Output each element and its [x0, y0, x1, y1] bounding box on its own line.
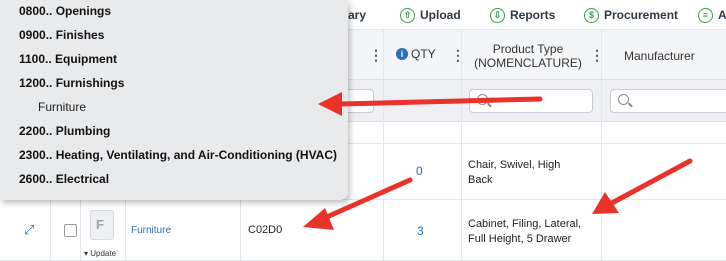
- product-type-header-label: Product Type: [492, 42, 564, 56]
- product-type-line2: Back: [468, 174, 493, 186]
- thumbnail-letter: F: [96, 217, 104, 232]
- search-icon: [477, 94, 488, 105]
- table-row[interactable]: ⤢ F ▾ Update Furniture C02D0 3 Cabinet, …: [0, 200, 726, 261]
- manufacturer-filter-input[interactable]: [610, 89, 726, 113]
- more-button[interactable]: ≡ A: [698, 6, 726, 24]
- search-icon: [618, 94, 629, 105]
- menu-item-plumbing[interactable]: 2200.. Plumbing: [19, 124, 110, 138]
- product-type-cell: Cabinet, Filing, Lateral, Full Height, 5…: [468, 217, 581, 247]
- reports-label: Reports: [510, 8, 556, 22]
- procurement-button[interactable]: $ Procurement: [584, 6, 678, 24]
- row-checkbox[interactable]: [64, 224, 77, 237]
- product-type-line1: Cabinet, Filing, Lateral,: [468, 218, 582, 230]
- cloud-upload-icon: ⇧: [400, 7, 415, 23]
- code-value: C02D0: [248, 224, 283, 236]
- qty-value[interactable]: 3: [417, 224, 424, 238]
- category-link[interactable]: Furniture: [131, 225, 171, 236]
- category-dropdown-menu: 0800.. Openings 0900.. Finishes 1100.. E…: [0, 0, 348, 200]
- menu-item-openings[interactable]: 0800.. Openings: [19, 4, 111, 18]
- nomenclature-header-label: (NOMENCLATURE): [474, 56, 582, 70]
- column-divider: [383, 30, 384, 261]
- menu-item-equipment[interactable]: 1100.. Equipment: [19, 52, 117, 66]
- procurement-label: Procurement: [604, 8, 679, 22]
- column-menu-icon[interactable]: ⋮: [369, 48, 383, 62]
- product-type-line1: Chair, Swivel, High: [468, 159, 561, 171]
- more-label: A: [718, 8, 726, 22]
- header-qty[interactable]: i QTY ⋮: [383, 30, 465, 80]
- expand-icon[interactable]: ⤢: [24, 222, 34, 238]
- product-type-filter-input[interactable]: [469, 89, 593, 113]
- qty-value[interactable]: 0: [416, 164, 423, 178]
- column-divider: [601, 30, 602, 261]
- manufacturer-header-label: Manufacturer: [624, 49, 695, 63]
- menu-item-hvac[interactable]: 2300.. Heating, Ventilating, and Air-Con…: [19, 148, 337, 162]
- qty-header-label: QTY: [411, 47, 436, 61]
- menu-item-furnishings[interactable]: 1200.. Furnishings: [19, 76, 124, 90]
- product-type-cell: Chair, Swivel, High Back: [468, 158, 560, 188]
- update-label: Update: [90, 249, 117, 258]
- menu-item-furniture[interactable]: Furniture: [38, 100, 86, 114]
- menu-item-electrical[interactable]: 2600.. Electrical: [19, 172, 109, 186]
- product-thumbnail[interactable]: F: [90, 210, 114, 240]
- update-button[interactable]: ▾ Update: [84, 249, 116, 258]
- product-type-line2: Full Height, 5 Drawer: [468, 233, 572, 245]
- column-divider: [461, 30, 462, 261]
- info-icon: i: [396, 48, 408, 60]
- header-manufacturer[interactable]: Manufacturer: [601, 30, 726, 80]
- dollar-circle-icon: $: [584, 7, 599, 23]
- download-circle-icon: ⇩: [490, 7, 505, 23]
- upload-button[interactable]: ⇧ Upload: [400, 6, 461, 24]
- upload-label: Upload: [420, 8, 461, 22]
- list-circle-icon: ≡: [698, 7, 713, 23]
- caret-down-icon: ▾: [84, 249, 89, 258]
- menu-item-finishes[interactable]: 0900.. Finishes: [19, 28, 104, 42]
- reports-button[interactable]: ⇩ Reports: [490, 6, 555, 24]
- header-product-type[interactable]: Product Type (NOMENCLATURE) ⋮: [461, 30, 604, 80]
